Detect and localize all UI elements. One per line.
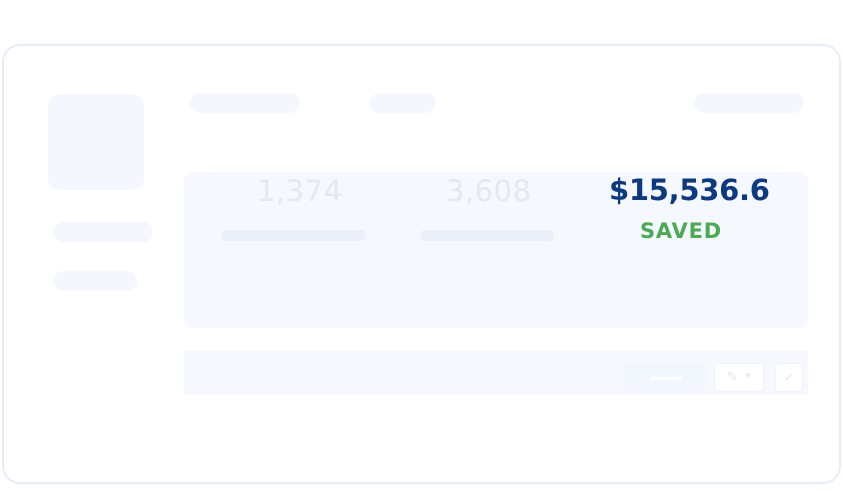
chevron-down-icon: ▾ bbox=[746, 371, 751, 381]
saved-amount: $15,536.6 bbox=[609, 173, 770, 207]
pencil-icon: ✎ bbox=[727, 370, 738, 385]
header-pill-placeholder bbox=[370, 93, 436, 113]
sidebar-line-placeholder bbox=[53, 271, 137, 291]
stat-label-placeholder bbox=[420, 230, 554, 241]
stat-value-2: 3,608 bbox=[446, 174, 532, 208]
saved-status-label: SAVED bbox=[640, 219, 722, 243]
edit-dropdown-button[interactable]: ✎ ▾ bbox=[714, 363, 764, 392]
stat-value-1: 1,374 bbox=[257, 174, 343, 208]
savings-card bbox=[2, 44, 841, 484]
avatar-placeholder bbox=[48, 94, 144, 190]
primary-action-label-placeholder bbox=[650, 377, 682, 380]
header-pill-placeholder bbox=[190, 93, 300, 113]
check-icon: ✓ bbox=[784, 370, 795, 384]
stat-label-placeholder bbox=[221, 230, 366, 241]
header-pill-placeholder bbox=[694, 93, 804, 113]
sidebar-line-placeholder bbox=[53, 222, 153, 242]
confirm-button[interactable]: ✓ bbox=[775, 363, 803, 392]
